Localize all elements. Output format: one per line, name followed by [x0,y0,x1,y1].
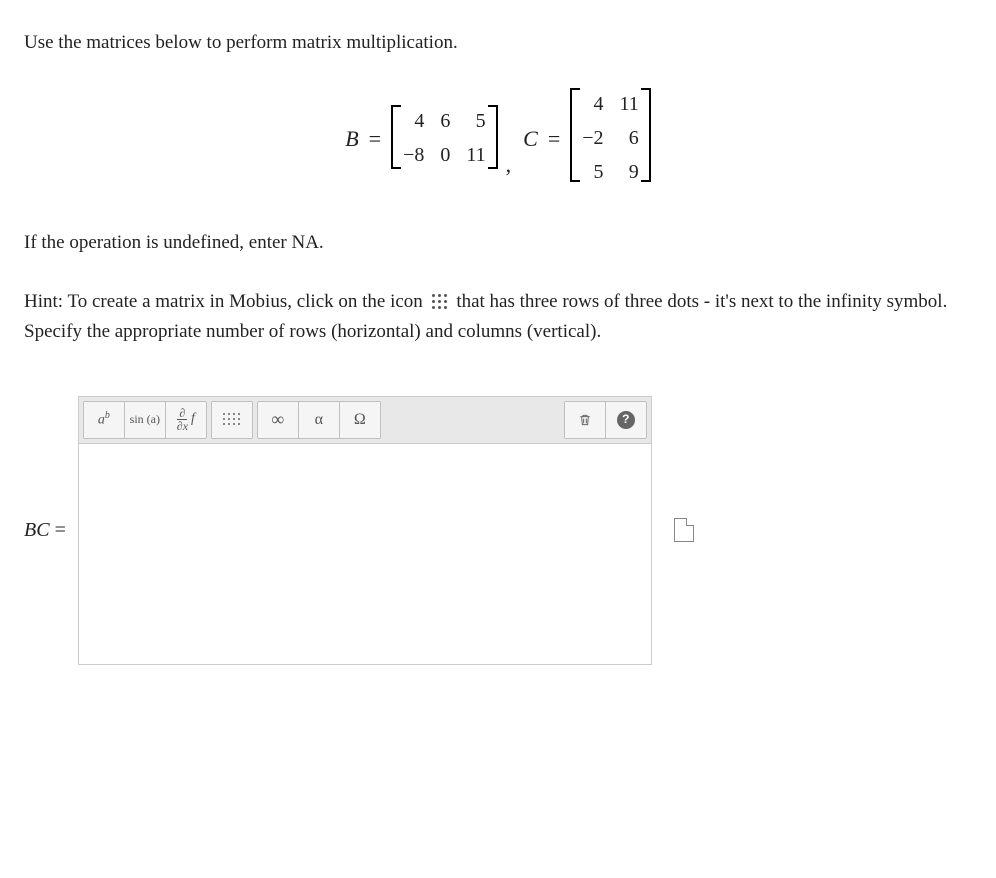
matrix-cell: 6 [620,122,639,154]
equals-sign: = [548,121,560,156]
answer-label: BC = [24,514,66,546]
equation-editor: ab sin (a) ∂ ∂x f [78,396,652,665]
undefined-note: If the operation is undefined, enter NA. [24,228,972,258]
matrix-cell: −8 [403,139,424,171]
preview-icon[interactable] [674,518,694,542]
matrix-cell: 11 [466,139,485,171]
matrix-cell: 4 [403,105,424,137]
alpha-button[interactable]: α [298,402,339,438]
help-button[interactable]: ? [605,402,646,438]
equals-sign: = [369,121,381,156]
matrix-cell: 5 [582,156,603,188]
matrix-B-name: B [345,121,358,156]
matrix-cell: 9 [620,156,639,188]
omega-button[interactable]: Ω [339,402,380,438]
editor-toolbar: ab sin (a) ∂ ∂x f [79,397,651,444]
matrix-cell: 5 [466,105,485,137]
matrix-cell: 11 [620,88,639,120]
matrix-cell: 0 [440,139,450,171]
separator: , [506,147,512,188]
matrix-cell: −2 [582,122,603,154]
matrix-button[interactable] [212,402,252,438]
answer-input[interactable] [79,444,651,664]
matrix-cell: 4 [582,88,603,120]
matrix-dots-icon [432,294,448,310]
matrix-B: 465 −8 0 11 [391,105,498,171]
exponent-button[interactable]: ab [84,402,124,438]
matrix-cell: 6 [440,105,450,137]
trig-button[interactable]: sin (a) [124,402,165,438]
matrix-definitions: B = 465−8011 , C = 411−2659 [24,88,972,188]
derivative-button[interactable]: ∂ ∂x f [165,402,206,438]
matrix-C: 4 11 −2 659 [570,88,651,188]
prompt-text: Use the matrices below to perform matrix… [24,28,972,58]
infinity-button[interactable]: ∞ [258,402,298,438]
clear-button[interactable] [565,402,605,438]
matrix-C-name: C [523,121,538,156]
hint-text: Hint: To create a matrix in Mobius, clic… [24,287,972,348]
